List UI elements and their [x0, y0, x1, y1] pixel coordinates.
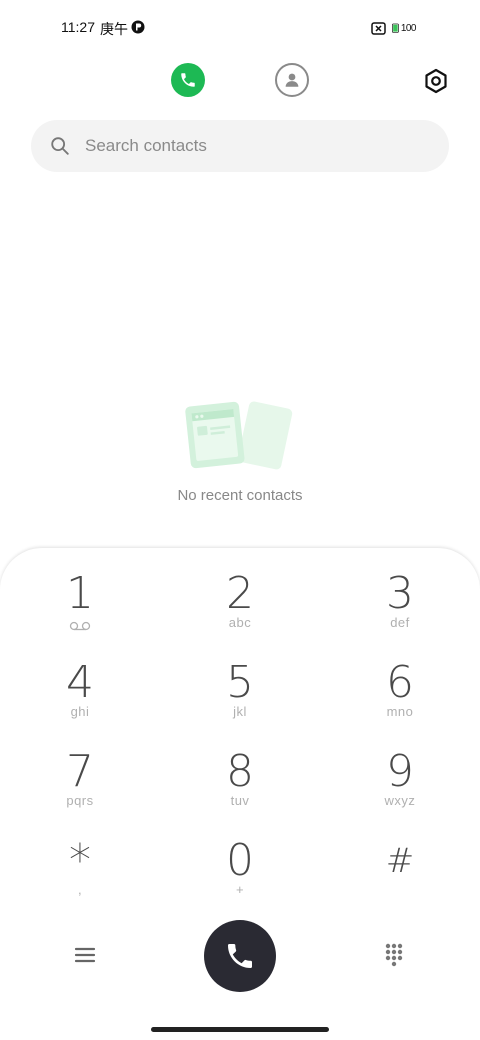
key-2[interactable]: 2 abc — [180, 570, 300, 650]
status-right: 100 — [371, 19, 417, 37]
key-digit: # — [385, 841, 415, 881]
key-digit: 5 — [226, 657, 254, 708]
tab-contacts[interactable] — [275, 63, 309, 97]
settings-button[interactable] — [420, 65, 452, 97]
home-indicator[interactable] — [151, 1027, 329, 1032]
search-bar[interactable] — [31, 120, 449, 172]
search-icon — [51, 137, 69, 155]
empty-state-text: No recent contacts — [177, 487, 303, 504]
tab-calls[interactable] — [171, 63, 205, 97]
key-7[interactable]: 7 pqrs — [20, 748, 140, 828]
key-digit: * — [69, 835, 91, 886]
key-letters: mno — [386, 704, 414, 719]
key-letters: jkl — [233, 704, 247, 719]
key-letters: + — [235, 882, 245, 897]
person-icon — [285, 73, 299, 87]
key-letters: tuv — [230, 793, 250, 808]
top-tabs — [0, 62, 480, 102]
key-letters: wxyz — [384, 793, 416, 808]
battery-icon: 100 — [392, 22, 417, 35]
dialer-bottom-row — [0, 920, 480, 992]
key-digit: 6 — [386, 657, 414, 708]
key-9[interactable]: 9 wxyz — [340, 748, 460, 828]
key-letters: , — [77, 882, 83, 897]
key-letters: pqrs — [66, 793, 94, 808]
key-digit: 2 — [226, 568, 254, 619]
battery-level: 100 — [400, 22, 417, 34]
status-lunar-date: 庚午 — [100, 21, 128, 37]
empty-contacts-illustration — [185, 401, 293, 470]
key-letters: ghi — [70, 704, 90, 719]
app-notification-icon — [131, 20, 145, 34]
search-input[interactable] — [83, 135, 407, 157]
status-bar: 11:27 庚午 100 — [0, 0, 480, 56]
key-digit: 3 — [386, 568, 414, 619]
key-digit: 7 — [66, 746, 94, 797]
key-6[interactable]: 6 mno — [340, 659, 460, 739]
key-5[interactable]: 5 jkl — [180, 659, 300, 739]
key-3[interactable]: 3 def — [340, 570, 460, 650]
call-button[interactable] — [204, 920, 276, 992]
no-sim-icon — [371, 21, 386, 35]
key-star[interactable]: * , — [20, 837, 140, 917]
status-time: 11:27 — [61, 19, 95, 35]
hexagon-settings-icon — [425, 68, 447, 94]
key-digit: 1 — [66, 568, 94, 619]
menu-icon[interactable] — [70, 940, 100, 970]
dialpad-grid-icon[interactable] — [383, 942, 409, 968]
key-hash[interactable]: # — [340, 837, 460, 917]
key-digit: 4 — [66, 657, 94, 708]
key-letters: abc — [228, 615, 252, 630]
key-digit: 9 — [386, 746, 414, 797]
key-digit: 8 — [226, 746, 254, 797]
key-4[interactable]: 4 ghi — [20, 659, 140, 739]
key-letters: def — [390, 615, 410, 630]
key-digit: 0 — [226, 835, 254, 886]
phone-icon — [228, 944, 252, 968]
voicemail-icon — [69, 621, 91, 631]
phone-icon — [181, 73, 195, 87]
key-1[interactable]: 1 — [20, 570, 140, 650]
key-8[interactable]: 8 tuv — [180, 748, 300, 828]
key-0[interactable]: 0 + — [180, 837, 300, 917]
